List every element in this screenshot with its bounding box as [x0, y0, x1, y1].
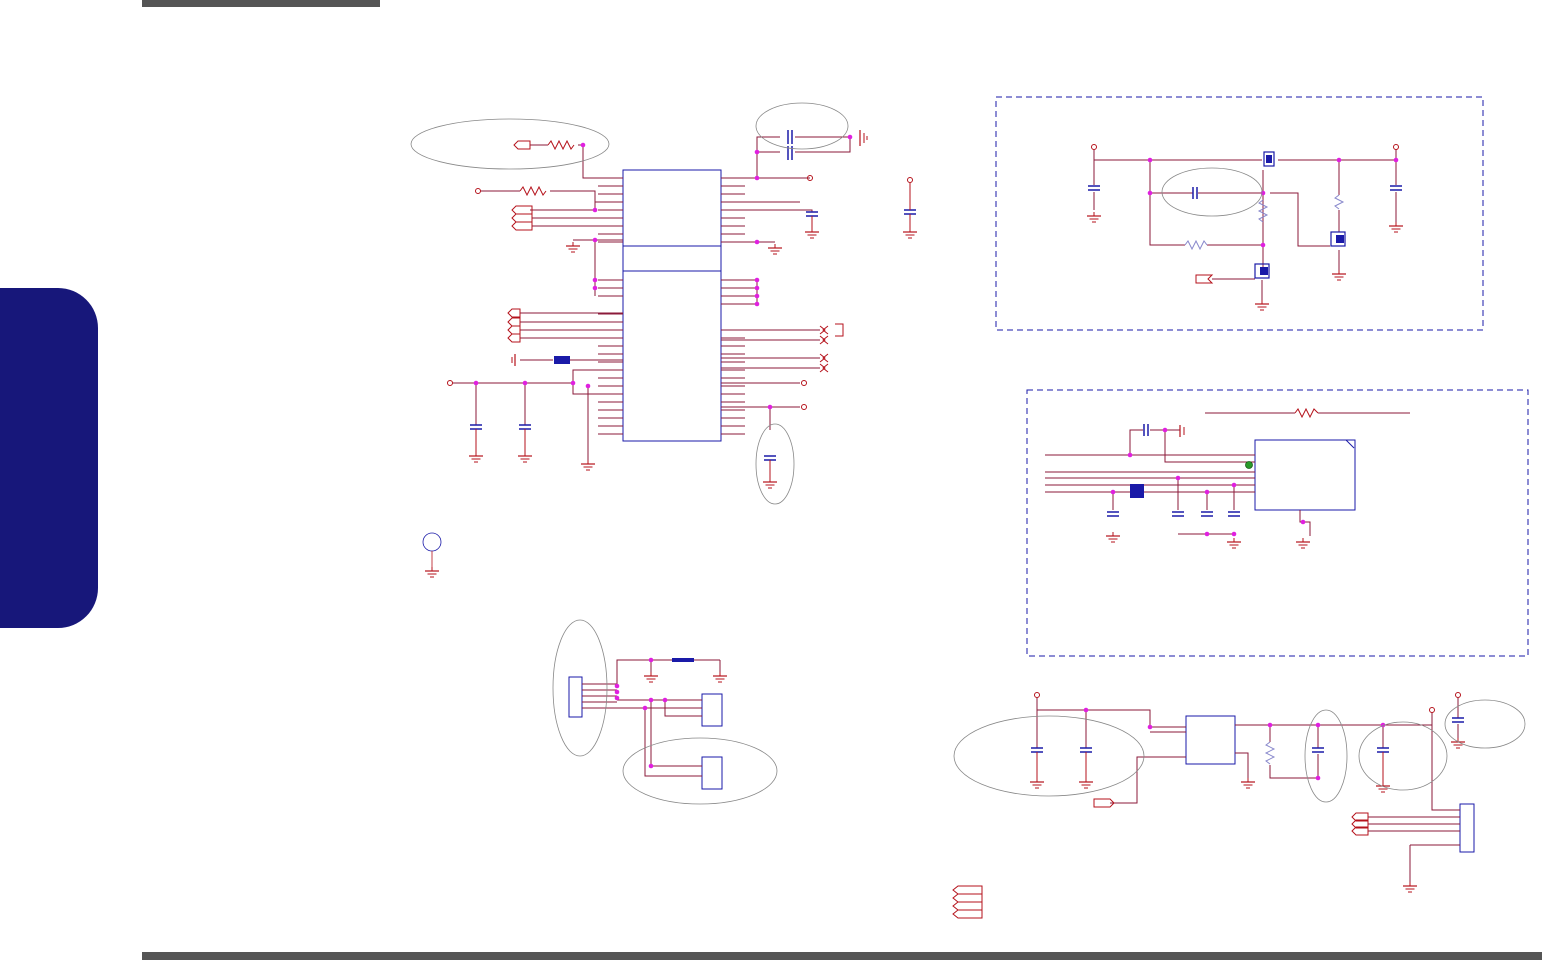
- net-legend-connectors: [952, 885, 983, 919]
- main-ic-block: [452, 136, 851, 462]
- main-ic-grounds: [424, 130, 918, 578]
- schematic-canvas: [410, 96, 1529, 919]
- main-ic-offpage-connectors: [447, 140, 913, 478]
- regulator-parts: [953, 692, 1526, 893]
- main-ic-highlight-ellipses: [410, 102, 849, 567]
- power-switch-parts: [1086, 144, 1404, 311]
- sensor-ic-block: [1026, 389, 1529, 657]
- connector-block: [568, 658, 723, 790]
- power-switch-block: [995, 96, 1484, 331]
- main-ic-caps: [469, 130, 917, 461]
